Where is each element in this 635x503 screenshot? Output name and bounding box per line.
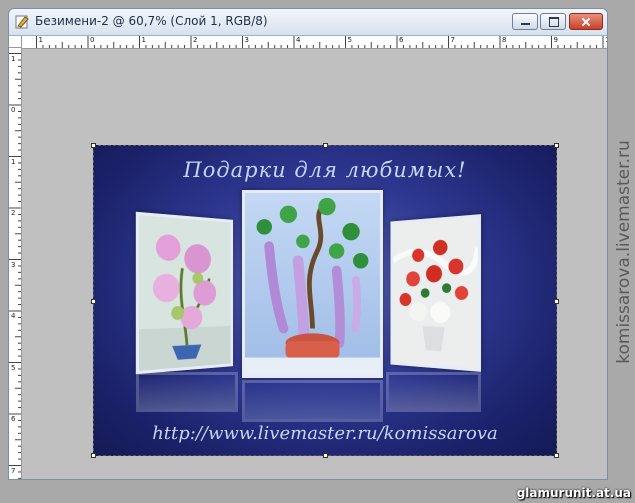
ruler-top-label: 1 <box>38 36 43 44</box>
horizontal-ruler-ticks <box>36 36 604 48</box>
ruler-left-label: 3 <box>11 260 16 269</box>
horizontal-ruler[interactable]: 101234567891011 <box>22 36 607 49</box>
transform-handle-top-left[interactable] <box>91 143 96 148</box>
transform-handle-top-center[interactable] <box>323 143 328 148</box>
photo-purple-wisteria-bonsai <box>242 190 383 378</box>
transform-handle-middle-left[interactable] <box>91 299 96 304</box>
title-bar[interactable]: Безимени-2 @ 60,7% (Слой 1, RGB/8) <box>9 9 607 36</box>
ruler-top-label: 2 <box>193 36 198 44</box>
transform-handle-top-right[interactable] <box>554 143 559 148</box>
watermark-text: komissarova.livemaster.ru <box>614 139 634 364</box>
ruler-left-label: 2 <box>11 209 16 217</box>
ruler-top-label: 3 <box>244 36 249 44</box>
ruler-left-label: 4 <box>11 312 16 320</box>
canvas-headline: Подарки для любимых! <box>183 158 467 182</box>
ruler-top-label: 1 <box>141 36 146 44</box>
minimize-button[interactable] <box>512 13 538 30</box>
vertical-ruler[interactable]: 1012345678 <box>9 48 22 479</box>
ruler-left-label: 6 <box>11 415 16 423</box>
ruler-left-label: 5 <box>11 363 16 372</box>
maximize-button[interactable] <box>540 13 566 30</box>
document-window: Безимени-2 @ 60,7% (Слой 1, RGB/8) 10123… <box>8 8 608 480</box>
close-button[interactable] <box>569 13 603 30</box>
canvas-url: http://www.livemaster.ru/komissarova <box>152 423 498 444</box>
window-title: Безимени-2 @ 60,7% (Слой 1, RGB/8) <box>35 14 268 28</box>
ruler-top-label: 8 <box>502 36 507 44</box>
pink-flower-reflection <box>136 372 238 412</box>
ruler-left-label: 0 <box>11 106 16 114</box>
roses-reflection <box>386 372 481 412</box>
photoshop-document-icon <box>15 15 29 29</box>
ruler-origin[interactable] <box>9 36 22 48</box>
ruler-top-label: 0 <box>90 36 95 44</box>
photo-red-roses-vase <box>390 214 481 372</box>
ruler-top-label: 5 <box>347 36 352 44</box>
ruler-left-label: 1 <box>11 54 16 63</box>
transform-handle-bottom-right[interactable] <box>554 453 559 458</box>
transform-handle-bottom-center[interactable] <box>323 453 328 458</box>
transform-handle-middle-right[interactable] <box>554 299 559 304</box>
ruler-top-label: 4 <box>296 36 301 44</box>
ruler-top-label: 10 <box>605 37 607 44</box>
canvas-workspace[interactable]: Подарки для любимых! http://www.livemast… <box>22 49 607 479</box>
ruler-left-label: 7 <box>11 466 16 475</box>
ruler-top-label: 6 <box>399 36 404 44</box>
image-canvas[interactable]: Подарки для любимых! http://www.livemast… <box>91 143 559 458</box>
ruler-top-label: 9 <box>553 36 558 44</box>
photo-pink-bead-flower <box>135 211 234 375</box>
footer-credit: glamurunit.at.ua <box>516 486 631 500</box>
wisteria-reflection <box>242 380 383 422</box>
ruler-left-label: 1 <box>11 157 16 166</box>
side-watermark: komissarova.livemaster.ru <box>613 0 635 503</box>
ruler-top-label: 7 <box>450 36 455 44</box>
transform-handle-bottom-left[interactable] <box>91 453 96 458</box>
